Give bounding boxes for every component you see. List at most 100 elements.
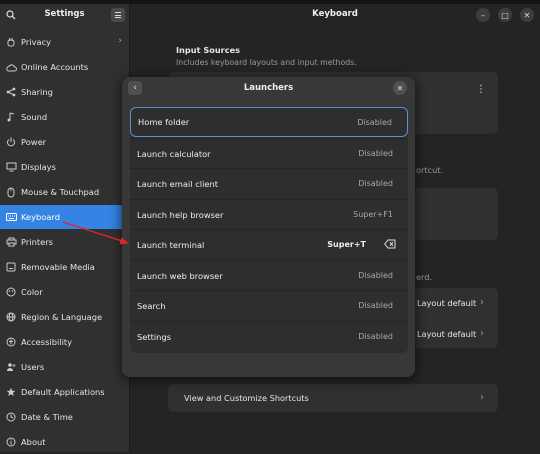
sidebar-item-accessibility[interactable]: Accessibility (0, 330, 129, 354)
shortcut-value: Disabled (358, 301, 393, 310)
sidebar-item-label: Online Accounts (21, 62, 89, 72)
layout-default-value-1[interactable]: Layout default (417, 298, 476, 308)
sidebar-item-keyboard[interactable]: Keyboard (0, 205, 129, 229)
sidebar-title: Settings (44, 9, 85, 19)
sidebar-item-removable-media[interactable]: Removable Media (0, 255, 129, 279)
kebab-menu-icon[interactable]: ⋮ (476, 84, 486, 95)
chevron-right-icon: › (480, 297, 484, 308)
sidebar: Settings Privacy › Online Accounts Shari… (0, 4, 130, 452)
dialog-title: Launchers (243, 83, 294, 93)
launchers-dialog: ‹ Launchers ✕ Home folder Disabled Launc… (122, 77, 415, 377)
sidebar-item-label: Sharing (21, 87, 53, 97)
shortcut-name: Launch email client (137, 178, 218, 189)
sidebar-item-label: Color (21, 287, 43, 297)
sidebar-item-label: Sound (21, 112, 48, 122)
chevron-right-icon: › (480, 392, 484, 403)
cloud-icon (4, 60, 18, 74)
shortcut-name: Launch web browser (137, 270, 223, 281)
board-fragment-text: erd. (416, 272, 433, 282)
sidebar-item-label: Displays (21, 162, 56, 172)
view-shortcuts-label: View and Customize Shortcuts (184, 393, 309, 403)
shortcut-value: Super+F1 (353, 210, 393, 219)
music-note-icon (4, 110, 18, 124)
sidebar-item-mouse-touchpad[interactable]: Mouse & Touchpad (0, 180, 129, 204)
layout-default-value-2[interactable]: Layout default (417, 329, 476, 339)
shortcut-name: Home folder (138, 117, 190, 127)
shortcut-row-home-folder[interactable]: Home folder Disabled (130, 107, 408, 137)
dialog-header: ‹ Launchers ✕ (122, 77, 415, 101)
shortcut-value: Disabled (358, 271, 393, 280)
share-icon (4, 85, 18, 99)
palette-icon (4, 285, 18, 299)
star-icon (4, 385, 18, 399)
shortcut-fragment-text: ortcut. (416, 165, 444, 175)
input-sources-title: Input Sources (176, 45, 240, 55)
accessibility-icon (4, 335, 18, 349)
shortcut-name: Launch help browser (137, 209, 224, 220)
sidebar-item-sharing[interactable]: Sharing (0, 80, 129, 104)
sidebar-item-users[interactable]: Users (0, 355, 129, 379)
shortcut-value: Disabled (358, 149, 393, 158)
close-window-icon[interactable]: ✕ (520, 8, 534, 22)
users-icon (4, 360, 18, 374)
sidebar-item-label: Keyboard (21, 212, 61, 222)
sidebar-item-label: Region & Language (21, 312, 103, 322)
sidebar-item-label: Printers (21, 237, 53, 247)
sidebar-item-label: Users (21, 362, 45, 372)
chevron-right-icon: › (480, 328, 484, 339)
chevron-right-icon: › (118, 36, 122, 46)
backspace-reset-icon[interactable] (384, 239, 396, 251)
sidebar-item-about[interactable]: About (0, 430, 129, 454)
shortcut-name: Search (137, 300, 166, 311)
clock-icon (4, 410, 18, 424)
sidebar-item-power[interactable]: Power (0, 130, 129, 154)
keyboard-icon (4, 210, 18, 224)
minimize-icon[interactable]: – (476, 8, 490, 22)
sidebar-item-label: Mouse & Touchpad (21, 187, 100, 197)
sidebar-item-region-language[interactable]: Region & Language (0, 305, 129, 329)
info-icon (4, 435, 18, 449)
sidebar-item-label: Removable Media (21, 262, 95, 272)
sidebar-item-online-accounts[interactable]: Online Accounts (0, 55, 129, 79)
main-header: Keyboard – □ ✕ (130, 4, 540, 26)
shortcut-row-launch-terminal[interactable]: Launch terminal Super+T (130, 229, 408, 259)
shortcut-name: Settings (137, 331, 172, 342)
shortcut-row-launch-email-client[interactable]: Launch email client Disabled (130, 168, 408, 198)
shortcut-row-search[interactable]: Search Disabled (130, 290, 408, 320)
shortcut-value: Super+T (327, 240, 366, 249)
sidebar-header: Settings (0, 4, 129, 26)
sidebar-item-label: Power (21, 137, 47, 147)
hamburger-menu-icon[interactable] (111, 8, 125, 22)
media-icon (4, 260, 18, 274)
close-icon[interactable]: ✕ (393, 81, 407, 95)
shortcut-row-launch-help-browser[interactable]: Launch help browser Super+F1 (130, 199, 408, 229)
input-sources-subtitle: Includes keyboard layouts and input meth… (176, 58, 357, 67)
display-icon (4, 160, 18, 174)
shortcut-value: Disabled (358, 179, 393, 188)
maximize-icon[interactable]: □ (498, 8, 512, 22)
sidebar-item-displays[interactable]: Displays (0, 155, 129, 179)
sidebar-item-date-time[interactable]: Date & Time (0, 405, 129, 429)
shortcut-row-launch-web-browser[interactable]: Launch web browser Disabled (130, 260, 408, 290)
mouse-icon (4, 185, 18, 199)
sidebar-item-label: About (21, 437, 46, 447)
sidebar-item-privacy[interactable]: Privacy › (0, 30, 129, 54)
shortcut-value: Disabled (357, 117, 392, 127)
sidebar-item-label: Accessibility (21, 337, 73, 347)
shortcut-row-settings[interactable]: Settings Disabled (130, 321, 408, 351)
hand-icon (4, 35, 18, 49)
shortcut-row-launch-calculator[interactable]: Launch calculator Disabled (130, 138, 408, 168)
sidebar-item-label: Privacy (21, 37, 52, 47)
shortcut-name: Launch terminal (137, 239, 205, 250)
sidebar-item-label: Date & Time (21, 412, 73, 422)
printer-icon (4, 235, 18, 249)
sidebar-item-color[interactable]: Color (0, 280, 129, 304)
sidebar-item-printers[interactable]: Printers (0, 230, 129, 254)
sidebar-item-label: Default Applications (21, 387, 105, 397)
shortcut-name: Launch calculator (137, 148, 211, 159)
shortcut-value: Disabled (358, 332, 393, 341)
sidebar-item-sound[interactable]: Sound (0, 105, 129, 129)
globe-icon (4, 310, 18, 324)
sidebar-item-default-applications[interactable]: Default Applications (0, 380, 129, 404)
power-icon (4, 135, 18, 149)
